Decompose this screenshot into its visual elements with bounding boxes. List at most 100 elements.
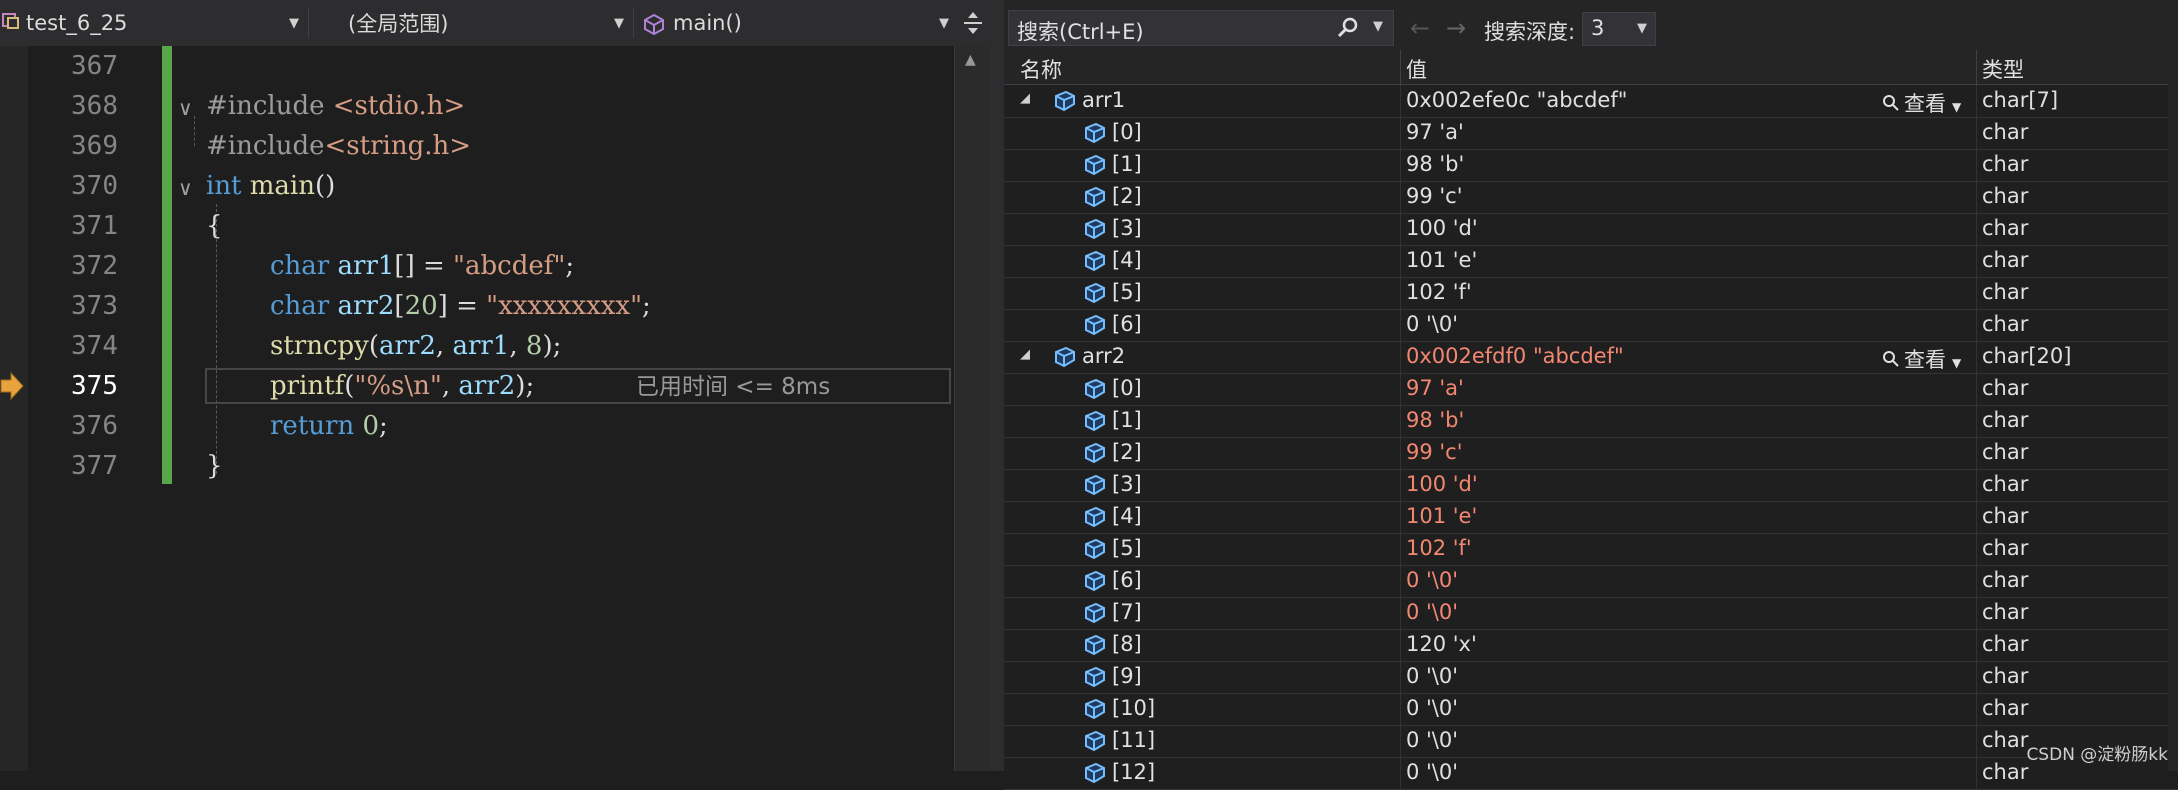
watch-value[interactable]: 101 'e' [1406,248,1477,272]
watch-value[interactable]: 98 'b' [1406,152,1464,176]
column-separator[interactable] [1976,50,1977,84]
view-button[interactable]: 查看 ▼ [1882,88,1961,118]
collapse-triangle-icon[interactable]: ◢ [1020,91,1030,106]
watch-value[interactable]: 0 '\0' [1406,696,1458,720]
chevron-down-icon[interactable]: ▼ [1373,19,1383,34]
scope-name: (全局范围) [348,12,449,36]
watch-row[interactable]: [9] 0 '\0' char [1004,661,2178,694]
column-separator[interactable] [1400,50,1401,84]
watch-row[interactable]: ◢ arr1 0x002efe0c "abcdef" 查看 ▼ char[7] [1004,85,2178,118]
glyph-margin[interactable] [0,46,28,771]
watch-value[interactable]: 97 'a' [1406,376,1464,400]
watch-row[interactable]: [7] 0 '\0' char [1004,597,2178,630]
fold-toggle[interactable]: ∨ [178,88,200,128]
watch-type: char [1982,120,2029,144]
line-number: 376 [71,411,118,441]
code-token: } [206,451,223,481]
editor-scrollbar[interactable]: ▲ [954,46,991,771]
watch-value[interactable]: 0 '\0' [1406,568,1458,592]
search-input[interactable]: 搜索(Ctrl+E) ▼ [1008,10,1394,46]
watch-row[interactable]: [8] 120 'x' char [1004,629,2178,662]
column-header-type[interactable]: 类型 [1982,54,2024,84]
watch-row[interactable]: [5] 102 'f' char [1004,533,2178,566]
watch-row[interactable]: [10] 0 '\0' char [1004,693,2178,726]
watch-row[interactable]: [1] 98 'b' char [1004,149,2178,182]
watch-name: [0] [1112,120,1142,144]
watch-row[interactable]: [3] 100 'd' char [1004,469,2178,502]
watch-value[interactable]: 99 'c' [1406,440,1463,464]
watch-value[interactable]: 0x002efe0c "abcdef" [1406,88,1627,112]
watch-row[interactable]: [4] 101 'e' char [1004,245,2178,278]
watch-type: char [1982,632,2029,656]
watch-value[interactable]: 120 'x' [1406,632,1477,656]
watch-scrollbar[interactable] [2168,50,2178,771]
watch-name: [4] [1112,248,1142,272]
watch-row[interactable]: [4] 101 'e' char [1004,501,2178,534]
scope-dropdown[interactable]: (全局范围) ▼ [312,5,630,41]
fold-toggle[interactable]: ∨ [178,168,200,208]
variable-icon [1082,410,1106,432]
watch-value[interactable]: 100 'd' [1406,216,1478,240]
column-separator [1976,213,1977,245]
watch-value[interactable]: 0x002efdf0 "abcdef" [1406,344,1624,368]
watch-row[interactable]: [0] 97 'a' char [1004,117,2178,150]
watermark: CSDN @淀粉肠kk [2026,745,2168,765]
watch-value[interactable]: 0 '\0' [1406,312,1458,336]
pane-splitter[interactable] [990,0,1004,771]
project-dropdown[interactable]: test_6_25 ▼ [0,5,305,41]
search-depth-select[interactable]: 3 ▼ [1582,12,1656,46]
column-header-value[interactable]: 值 [1406,54,1427,84]
split-window-icon[interactable] [962,10,984,36]
search-icon[interactable] [1337,17,1359,39]
watch-value[interactable]: 100 'd' [1406,472,1478,496]
watch-row[interactable]: [3] 100 'd' char [1004,213,2178,246]
code-token: , [435,331,453,361]
watch-row[interactable]: [5] 102 'f' char [1004,277,2178,310]
watch-row[interactable]: [0] 97 'a' char [1004,373,2178,406]
watch-value[interactable]: 102 'f' [1406,536,1472,560]
column-separator [1400,245,1401,277]
watch-type: char [1982,728,2029,752]
watch-row[interactable]: [2] 99 'c' char [1004,181,2178,214]
code-token: ( [344,371,355,401]
watch-name: arr2 [1082,344,1126,368]
function-dropdown[interactable]: main() ▼ [637,5,955,41]
column-separator [1976,693,1977,725]
view-button[interactable]: 查看 ▼ [1882,344,1961,374]
watch-type: char [1982,664,2029,688]
collapse-triangle-icon[interactable]: ◢ [1020,347,1030,362]
watch-value[interactable]: 101 'e' [1406,504,1477,528]
watch-row[interactable]: ◢ arr2 0x002efdf0 "abcdef" 查看 ▼ char[20] [1004,341,2178,374]
magnifier-icon [1882,349,1900,373]
watch-value[interactable]: 0 '\0' [1406,760,1458,784]
variable-icon [1052,90,1076,112]
project-icon [2,11,20,35]
chevron-down-icon: ▼ [1952,356,1962,370]
scroll-up-icon[interactable]: ▲ [965,52,976,68]
watch-row[interactable]: [11] 0 '\0' char [1004,725,2178,758]
code-token: ( [368,331,380,361]
forward-arrow-icon[interactable]: → [1446,14,1466,42]
watch-value[interactable]: 0 '\0' [1406,728,1458,752]
navigation-bar: test_6_25 ▼ (全局范围) ▼ main() ▼ [0,0,990,47]
watch-row[interactable]: [12] 0 '\0' char [1004,757,2178,790]
watch-value[interactable]: 99 'c' [1406,184,1463,208]
watch-row[interactable]: [2] 99 'c' char [1004,437,2178,470]
watch-type: char [1982,472,2029,496]
watch-name: [2] [1112,440,1142,464]
perf-tip[interactable]: 已用时间 <= 8ms [636,370,830,404]
watch-row[interactable]: [6] 0 '\0' char [1004,565,2178,598]
code-token: "xxxxxxxxx" [486,291,643,321]
watch-value[interactable]: 0 '\0' [1406,664,1458,688]
watch-row[interactable]: [1] 98 'b' char [1004,405,2178,438]
column-header-name[interactable]: 名称 [1020,54,1062,84]
column-separator [1400,469,1401,501]
watch-row[interactable]: [6] 0 '\0' char [1004,309,2178,342]
watch-value[interactable]: 97 'a' [1406,120,1464,144]
code-area[interactable]: 367 368 369 370 371 372 373 374 375 376 377 ∨ ∨ #i… [0,46,954,771]
watch-value[interactable]: 102 'f' [1406,280,1472,304]
back-arrow-icon[interactable]: ← [1410,14,1430,42]
watch-value[interactable]: 98 'b' [1406,408,1464,432]
watch-value[interactable]: 0 '\0' [1406,600,1458,624]
column-separator [1400,725,1401,757]
